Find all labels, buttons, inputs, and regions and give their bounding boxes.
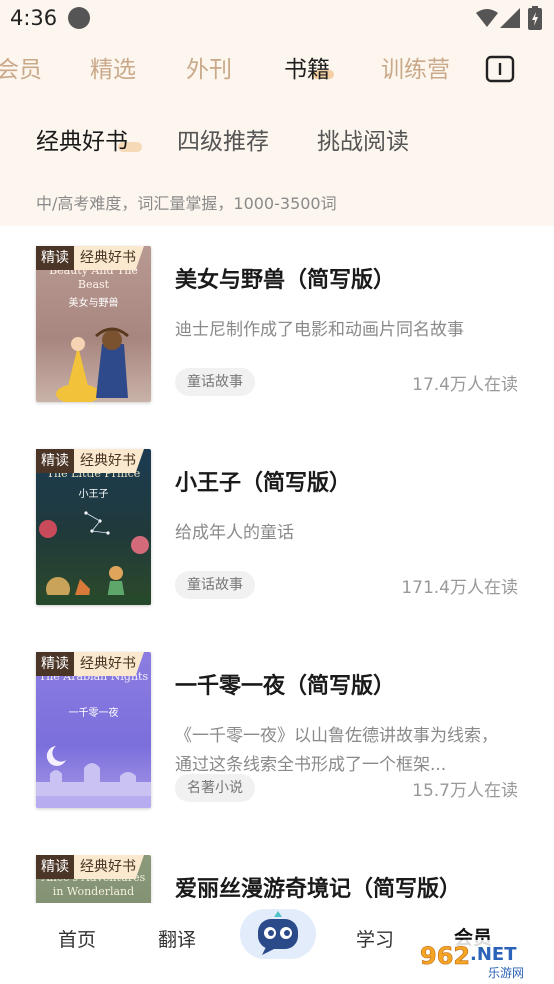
book-title: 一千零一夜（简写版） [175, 673, 396, 699]
sub-tabs: 经典好书 四级推荐 挑战阅读 [0, 122, 554, 162]
svg-text:962: 962 [420, 942, 470, 970]
genre-tag: 童话故事 [175, 571, 255, 599]
tab-magazines[interactable]: 外刊 [186, 50, 232, 84]
tab-vip[interactable]: 会员 [0, 50, 42, 84]
nav-translate[interactable]: 翻译 [158, 925, 196, 952]
badge-intensive-reading: 精读 [36, 855, 74, 879]
badge-intensive-reading: 精读 [36, 652, 74, 676]
book-item[interactable]: Beauty And The Beast 美女与野兽 精读 经典好书 美女与野兽… [0, 246, 554, 416]
cover-chinese-title: 美女与野兽 [68, 298, 119, 309]
book-badge: 精读 经典好书 [36, 449, 144, 473]
badge-classic: 经典好书 [74, 449, 144, 473]
nav-study[interactable]: 学习 [356, 925, 394, 952]
badge-classic: 经典好书 [74, 246, 144, 270]
genre-tag: 童话故事 [175, 368, 255, 396]
cover-chinese-title: 一千零一夜 [68, 708, 119, 719]
subtab-label: 经典好书 [36, 129, 128, 155]
subtab-cet4-recommend[interactable]: 四级推荐 [177, 122, 269, 156]
tab-featured[interactable]: 精选 [90, 50, 136, 84]
book-title: 小王子（简写版） [175, 470, 352, 496]
subtab-classic-books[interactable]: 经典好书 [36, 122, 142, 156]
book-badge: 精读 经典好书 [36, 652, 144, 676]
book-item[interactable]: Alice's Adventures in Wonderland 精读 经典好书… [0, 855, 554, 903]
watermark-logo: 962 .NET 乐游网 [414, 940, 550, 980]
tab-label: 精选 [90, 57, 136, 83]
cover-chinese-title: 小王子 [78, 489, 109, 500]
svg-text:乐游网: 乐游网 [488, 966, 524, 980]
subtab-label: 四级推荐 [177, 129, 269, 155]
book-description: 《一千零一夜》以山鲁佐德讲故事为线索，通过这条线索全书形成了一个框架... [175, 726, 498, 775]
badge-intensive-reading: 精读 [36, 449, 74, 473]
beauty-beast-illustration [56, 327, 129, 402]
nav-chat-bot[interactable] [240, 909, 316, 959]
badge-classic: 经典好书 [74, 652, 144, 676]
book-badge: 精读 经典好书 [36, 855, 144, 879]
little-prince-illustration [36, 511, 151, 605]
book-description: 给成年人的童话 [175, 523, 294, 543]
subtab-challenge-reading[interactable]: 挑战阅读 [317, 122, 409, 156]
tab-label: 外刊 [186, 57, 232, 83]
arabian-nights-illustration [36, 746, 151, 808]
wifi-icon [476, 9, 498, 27]
reader-count: 171.4万人在读 [401, 578, 518, 598]
book-title: 美女与野兽（简写版） [175, 267, 396, 293]
level-description: 中/高考难度，词汇量掌握，1000-3500词 [36, 194, 337, 213]
book-description: 迪士尼制作成了电影和动画片同名故事 [175, 320, 464, 340]
tab-books[interactable]: 书籍 [284, 50, 334, 84]
signal-icon [500, 8, 520, 28]
book-icon[interactable] [484, 54, 516, 84]
main-tabs: 会员 精选 外刊 书籍 训练营 [0, 50, 554, 90]
tab-label: 书籍 [284, 57, 330, 83]
subtab-label: 挑战阅读 [317, 129, 409, 155]
tab-label: 会员 [0, 57, 42, 83]
circle-icon [68, 7, 90, 29]
battery-icon [528, 6, 542, 30]
tab-label: 训练营 [381, 57, 450, 83]
book-item[interactable]: The Arabian Nights 一千零一夜 精读 经典好书 一千零一夜（简… [0, 652, 554, 822]
book-badge: 精读 经典好书 [36, 246, 144, 270]
nav-home[interactable]: 首页 [58, 925, 96, 952]
reader-count: 15.7万人在读 [412, 781, 518, 801]
genre-tag: 名著小说 [175, 774, 255, 802]
badge-intensive-reading: 精读 [36, 246, 74, 270]
status-time: 4:36 [10, 6, 58, 30]
svg-text:.NET: .NET [470, 944, 517, 965]
badge-classic: 经典好书 [74, 855, 144, 879]
book-title: 爱丽丝漫游奇境记（简写版） [175, 876, 462, 902]
book-item[interactable]: The Little Prince 小王子 精读 经典好书 小王子（简写版） 给… [0, 449, 554, 619]
reader-count: 17.4万人在读 [412, 375, 518, 395]
tab-training-camp[interactable]: 训练营 [381, 50, 450, 84]
chat-bot-icon [258, 911, 298, 955]
status-bar: 4:36 [0, 0, 554, 36]
site-watermark: 962 .NET 乐游网 [414, 938, 550, 982]
